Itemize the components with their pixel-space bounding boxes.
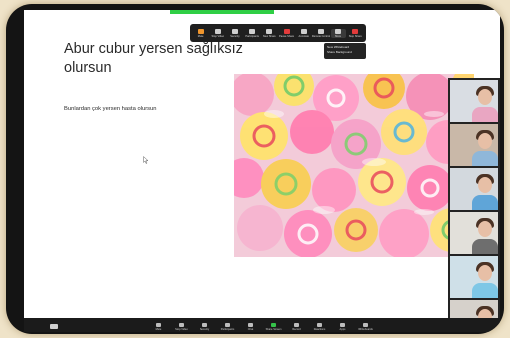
participants-icon — [225, 323, 230, 327]
toolbar-pause-share-button[interactable]: Pause Share — [279, 28, 294, 38]
sharing-indicator-bar — [170, 10, 274, 14]
remote-icon — [317, 28, 324, 34]
bottom-security-button[interactable]: Security — [196, 323, 214, 332]
closed-caption-icon[interactable] — [50, 324, 58, 329]
participant-face — [478, 89, 492, 105]
more-dropdown-menu: New Whiteboard Share Background — [324, 43, 366, 59]
mic-icon — [156, 323, 161, 327]
more-icon — [335, 28, 342, 34]
participant-face — [478, 265, 492, 281]
apps-icon — [340, 323, 345, 327]
reactions-icon — [317, 323, 322, 327]
whiteboard-icon — [363, 323, 368, 327]
video-icon — [214, 28, 221, 34]
toolbar-more-button[interactable]: More — [330, 28, 346, 38]
toolbar-security-button[interactable]: Security — [227, 28, 242, 38]
bottom-whiteboards-button[interactable]: Whiteboards — [357, 323, 375, 332]
toolbar-mute-button[interactable]: Mute — [193, 28, 208, 38]
bottom-video-button[interactable]: Stop Video — [173, 323, 191, 332]
bottom-record-button[interactable]: Record — [288, 323, 306, 332]
mouse-cursor-icon — [143, 156, 149, 164]
participant-video-tile[interactable] — [450, 256, 498, 298]
slide-body-text: Bunlardan çok yersen hasta olursun — [64, 106, 157, 112]
bottom-apps-button[interactable]: Apps — [334, 323, 352, 332]
participant-body — [472, 239, 498, 254]
stop-icon — [352, 28, 359, 34]
participant-body — [472, 107, 498, 122]
toolbar-annotate-button[interactable]: Annotate — [296, 28, 311, 38]
participant-video-tile[interactable] — [450, 212, 498, 254]
toolbar-stop-share-button[interactable]: Stop Share — [348, 28, 363, 38]
candy-photo — [234, 74, 474, 257]
meeting-screen: Mute Stop Video Security Participants Ne… — [24, 10, 500, 324]
bottom-share-screen-button[interactable]: Share Screen — [265, 323, 283, 332]
participants-icon — [249, 28, 256, 34]
participant-face — [478, 177, 492, 193]
mic-icon — [197, 28, 204, 34]
shield-icon — [202, 323, 207, 327]
slide-title: Abur cubur yersen sağlıksız olursun — [64, 41, 243, 76]
bottom-mute-button[interactable]: Mute — [150, 323, 168, 332]
menu-item-share-background[interactable]: Share Background — [327, 50, 363, 55]
participant-panel — [448, 78, 500, 324]
participant-video-tile[interactable] — [450, 80, 498, 122]
toolbar-new-share-button[interactable]: New Share — [262, 28, 277, 38]
device-frame: Mute Stop Video Security Participants Ne… — [6, 4, 504, 334]
participant-body — [472, 283, 498, 298]
video-icon — [179, 323, 184, 327]
participant-video-tile[interactable] — [450, 124, 498, 166]
participant-video-tile[interactable] — [450, 168, 498, 210]
pencil-icon — [300, 28, 307, 34]
participant-body — [472, 195, 498, 210]
meeting-controls-toolbar: Mute Stop Video Security Participants Ch… — [24, 318, 500, 332]
shield-icon — [231, 28, 238, 34]
toolbar-remote-control-button[interactable]: Remote Control — [312, 28, 330, 38]
participant-body — [472, 151, 498, 166]
bottom-participants-button[interactable]: Participants — [219, 323, 237, 332]
bottom-reactions-button[interactable]: Reactions — [311, 323, 329, 332]
bottom-chat-button[interactable]: Chat — [242, 323, 260, 332]
chat-icon — [248, 323, 253, 327]
toolbar-video-button[interactable]: Stop Video — [210, 28, 225, 38]
share-icon — [266, 28, 273, 34]
toolbar-participants-button[interactable]: Participants — [245, 28, 260, 38]
pause-icon — [283, 28, 290, 34]
record-icon — [294, 323, 299, 327]
participant-face — [478, 133, 492, 149]
share-screen-icon — [271, 323, 276, 327]
participant-face — [478, 221, 492, 237]
